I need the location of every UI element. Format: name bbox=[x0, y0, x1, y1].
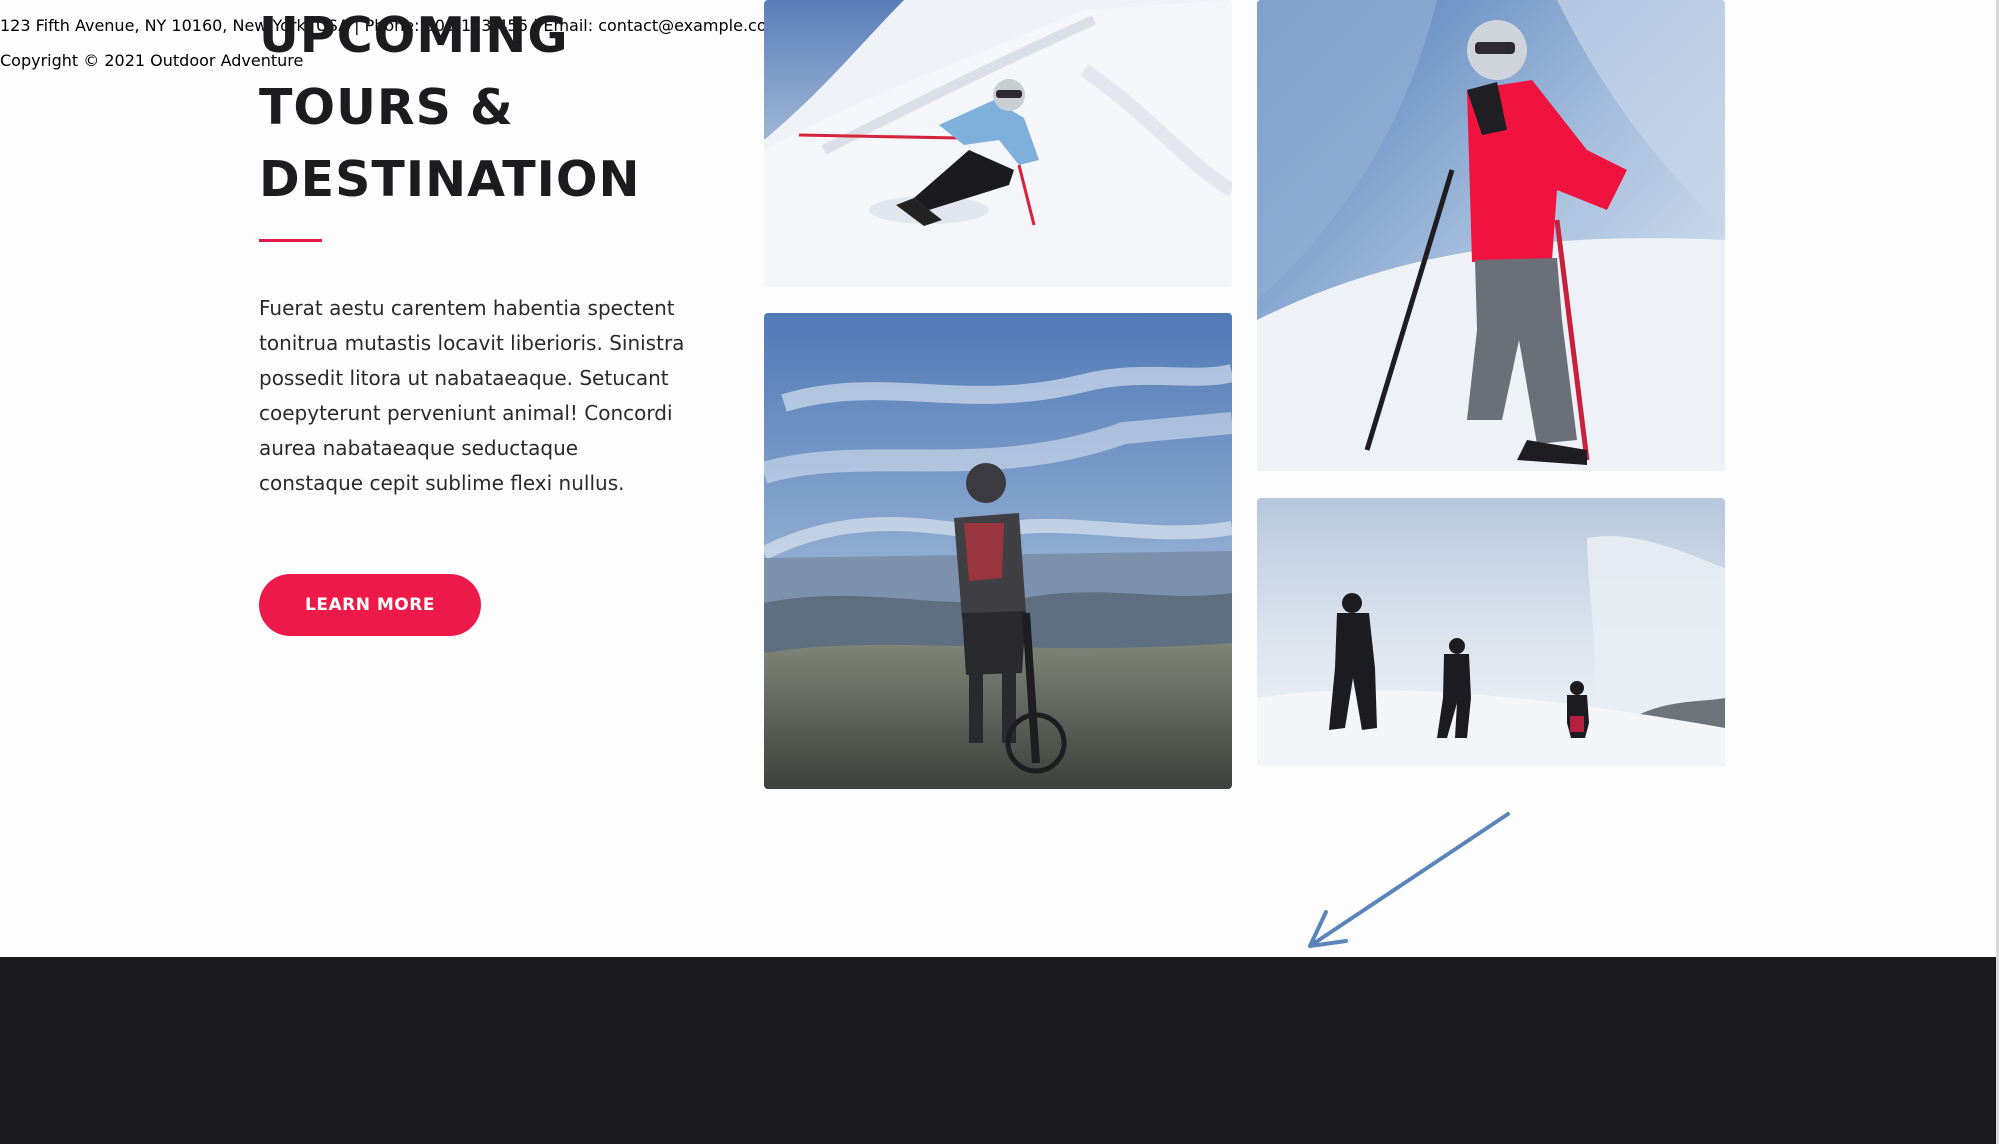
mountain-biker-photo bbox=[764, 313, 1232, 789]
snow-hikers-photo bbox=[1257, 498, 1725, 766]
description-line: coepyterunt perveniunt animal! Concordi bbox=[259, 401, 673, 425]
footer bbox=[0, 957, 1996, 1144]
skier-carving-photo bbox=[764, 0, 1232, 287]
section-heading: UPCOMING TOURS & DESTINATION bbox=[259, 0, 641, 216]
page: UPCOMING TOURS & DESTINATION Fuerat aest… bbox=[0, 0, 1996, 1144]
description-line: aurea nabataeaque seductaque bbox=[259, 436, 579, 460]
heading-line: TOURS & bbox=[259, 79, 514, 136]
section-description: Fuerat aestu carentem habentia spectent … bbox=[259, 291, 689, 501]
description-line: tonitrua mutastis locavit liberioris. Si… bbox=[259, 331, 685, 355]
learn-more-button[interactable]: LEARN MORE bbox=[259, 574, 481, 636]
description-line: Fuerat aestu carentem habentia spectent bbox=[259, 296, 675, 320]
heading-line: UPCOMING bbox=[259, 7, 569, 64]
heading-underline bbox=[259, 239, 322, 242]
description-line: possedit litora ut nabataeaque. Setucant bbox=[259, 366, 669, 390]
annotation-arrow bbox=[1308, 812, 1510, 948]
skier-red-jacket-photo bbox=[1257, 0, 1725, 471]
heading-line: DESTINATION bbox=[259, 151, 641, 208]
description-line: constaque cepit sublime flexi nullus. bbox=[259, 471, 625, 495]
